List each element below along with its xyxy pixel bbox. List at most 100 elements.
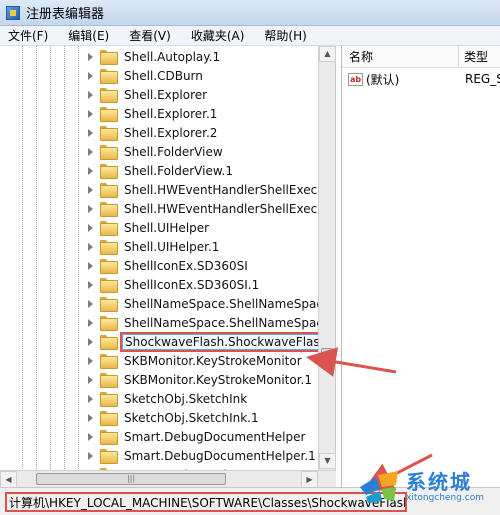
tree-item[interactable]: ShellNameSpace.ShellNameSpace.1 bbox=[87, 313, 336, 332]
menu-favorites[interactable]: 收藏夹(A) bbox=[189, 26, 247, 45]
tree-vertical-scrollbar[interactable]: ▲ ▼ bbox=[318, 46, 336, 470]
expand-arrow-icon[interactable] bbox=[87, 128, 95, 137]
folder-icon bbox=[100, 354, 118, 369]
tree-item-label: Smart.DebugDocumentHelper bbox=[124, 429, 306, 444]
menu-edit[interactable]: 编辑(E) bbox=[66, 26, 111, 45]
menu-help[interactable]: 帮助(H) bbox=[262, 26, 308, 45]
expand-arrow-icon[interactable] bbox=[87, 394, 95, 403]
tree-item-label: Shell.Explorer.1 bbox=[124, 106, 218, 121]
registry-key-tree[interactable]: Shell.Autoplay.1 Shell.CDBurn Shell.Expl… bbox=[0, 46, 336, 487]
folder-icon bbox=[100, 202, 118, 217]
tree-item[interactable]: Smart.DebugDocumentHelper.1 bbox=[87, 446, 318, 465]
menu-file[interactable]: 文件(F) bbox=[6, 26, 50, 45]
expand-arrow-icon[interactable] bbox=[87, 147, 95, 156]
tree-item[interactable]: Shell.HWEventHandlerShellExecute.1 bbox=[87, 199, 336, 218]
tree-item-label: Shell.HWEventHandlerShellExecute bbox=[124, 182, 336, 197]
expand-arrow-icon[interactable] bbox=[87, 432, 95, 441]
tree-item[interactable]: SKBMonitor.KeyStrokeMonitor bbox=[87, 351, 304, 370]
list-header: 名称 类型 bbox=[342, 45, 500, 68]
tree-item-selected[interactable]: ShockwaveFlash.ShockwaveFlash bbox=[87, 331, 333, 352]
folder-icon bbox=[100, 221, 118, 236]
scroll-down-icon[interactable]: ▼ bbox=[319, 453, 336, 469]
folder-icon bbox=[100, 278, 118, 293]
expand-arrow-icon[interactable] bbox=[87, 185, 95, 194]
tree-item[interactable]: SKBMonitor.KeyStrokeMonitor.1 bbox=[87, 370, 314, 389]
tree-item-label: ShellIconEx.SD360SI bbox=[124, 258, 248, 273]
expand-arrow-icon[interactable] bbox=[87, 109, 95, 118]
folder-icon bbox=[100, 126, 118, 141]
tree-item[interactable]: ShellIconEx.SD360SI.1 bbox=[87, 275, 261, 294]
tree-item[interactable]: ShellIconEx.SD360SI bbox=[87, 256, 250, 275]
folder-icon bbox=[100, 259, 118, 274]
tree-item-label: Shell.Explorer.2 bbox=[124, 125, 218, 140]
tree-item[interactable]: Shell.CDBurn bbox=[87, 66, 205, 85]
folder-icon bbox=[100, 411, 118, 426]
expand-arrow-icon[interactable] bbox=[87, 299, 95, 308]
expand-arrow-icon[interactable] bbox=[87, 337, 95, 346]
expand-arrow-icon[interactable] bbox=[87, 356, 95, 365]
tree-item[interactable]: ShellNameSpace.ShellNameSpace bbox=[87, 294, 332, 313]
tree-item[interactable]: Shell.Explorer bbox=[87, 85, 209, 104]
value-row-default[interactable]: ab (默认) bbox=[348, 70, 399, 88]
folder-icon bbox=[100, 297, 118, 312]
tree-item-label: ShellNameSpace.ShellNameSpace.1 bbox=[124, 315, 336, 330]
expand-arrow-icon[interactable] bbox=[87, 52, 95, 61]
expand-arrow-icon[interactable] bbox=[87, 280, 95, 289]
tree-item-label: Shell.FolderView bbox=[124, 144, 223, 159]
scroll-left-icon[interactable]: ◀ bbox=[0, 471, 17, 488]
column-header-name[interactable]: 名称 bbox=[342, 45, 459, 68]
tree-item[interactable]: SketchObj.SketchInk.1 bbox=[87, 408, 261, 427]
expand-arrow-icon[interactable] bbox=[87, 223, 95, 232]
expand-arrow-icon[interactable] bbox=[87, 375, 95, 384]
values-list[interactable]: 名称 类型 ab (默认) REG_SZ bbox=[341, 45, 500, 487]
expand-arrow-icon[interactable] bbox=[87, 451, 95, 460]
folder-icon bbox=[100, 145, 118, 160]
menu-bar: 文件(F) 编辑(E) 查看(V) 收藏夹(A) 帮助(H) bbox=[0, 26, 500, 46]
expand-arrow-icon[interactable] bbox=[87, 261, 95, 270]
tree-item[interactable]: Shell.UIHelper bbox=[87, 218, 211, 237]
expand-arrow-icon[interactable] bbox=[87, 90, 95, 99]
vertical-scroll-thumb[interactable] bbox=[321, 348, 333, 368]
tree-item[interactable]: Shell.FolderView.1 bbox=[87, 161, 235, 180]
tree-item-label: SketchObj.SketchInk.1 bbox=[124, 410, 259, 425]
folder-icon bbox=[100, 50, 118, 65]
tree-item[interactable]: Shell.Explorer.1 bbox=[87, 104, 219, 123]
scroll-up-icon[interactable]: ▲ bbox=[319, 46, 336, 62]
watermark-name: 系统城 bbox=[406, 470, 472, 494]
horizontal-scroll-thumb[interactable]: ||| bbox=[36, 473, 226, 485]
expand-arrow-icon[interactable] bbox=[87, 242, 95, 251]
tree-item-label: Shell.UIHelper.1 bbox=[124, 239, 220, 254]
tree-item-label: Smart.DebugDocumentHelper.1 bbox=[124, 448, 316, 463]
tree-guide-line bbox=[22, 46, 23, 487]
tree-item[interactable]: Smart.DebugDocumentHelper bbox=[87, 427, 307, 446]
menu-view[interactable]: 查看(V) bbox=[127, 26, 173, 45]
tree-item-label: Shell.UIHelper bbox=[124, 220, 210, 235]
expand-arrow-icon[interactable] bbox=[87, 204, 95, 213]
title-bar: 注册表编辑器 bbox=[0, 0, 500, 26]
tree-item[interactable]: Shell.Explorer.2 bbox=[87, 123, 219, 142]
scroll-right-icon[interactable]: ▶ bbox=[301, 471, 318, 488]
tree-item-label: ShellIconEx.SD360SI.1 bbox=[124, 277, 260, 292]
expand-arrow-icon[interactable] bbox=[87, 413, 95, 422]
watermark-url: xitongcheng.com bbox=[406, 493, 484, 503]
folder-icon bbox=[100, 316, 118, 331]
tree-item-label: SKBMonitor.KeyStrokeMonitor.1 bbox=[124, 372, 313, 387]
expand-arrow-icon[interactable] bbox=[87, 166, 95, 175]
tree-item[interactable]: Shell.HWEventHandlerShellExecute bbox=[87, 180, 336, 199]
tree-item[interactable]: Shell.UIHelper.1 bbox=[87, 237, 221, 256]
expand-arrow-icon[interactable] bbox=[87, 71, 95, 80]
column-header-type[interactable]: 类型 bbox=[459, 46, 488, 68]
tree-item-label: Shell.FolderView.1 bbox=[124, 163, 233, 178]
string-value-icon: ab bbox=[348, 72, 363, 86]
tree-item[interactable]: SketchObj.SketchInk bbox=[87, 389, 249, 408]
folder-icon bbox=[100, 449, 118, 464]
tree-item-label: Shell.HWEventHandlerShellExecute.1 bbox=[124, 201, 336, 216]
expand-arrow-icon[interactable] bbox=[87, 318, 95, 327]
tree-item[interactable]: Shell.Autoplay.1 bbox=[87, 47, 222, 66]
folder-icon bbox=[100, 183, 118, 198]
tree-horizontal-scrollbar[interactable]: ◀ ||| ▶ bbox=[0, 470, 336, 488]
tree-item-label: ShellNameSpace.ShellNameSpace bbox=[124, 296, 331, 311]
tree-item[interactable]: Shell.FolderView bbox=[87, 142, 225, 161]
tree-item-label: SketchObj.SketchInk bbox=[124, 391, 248, 406]
folder-icon bbox=[100, 335, 118, 350]
